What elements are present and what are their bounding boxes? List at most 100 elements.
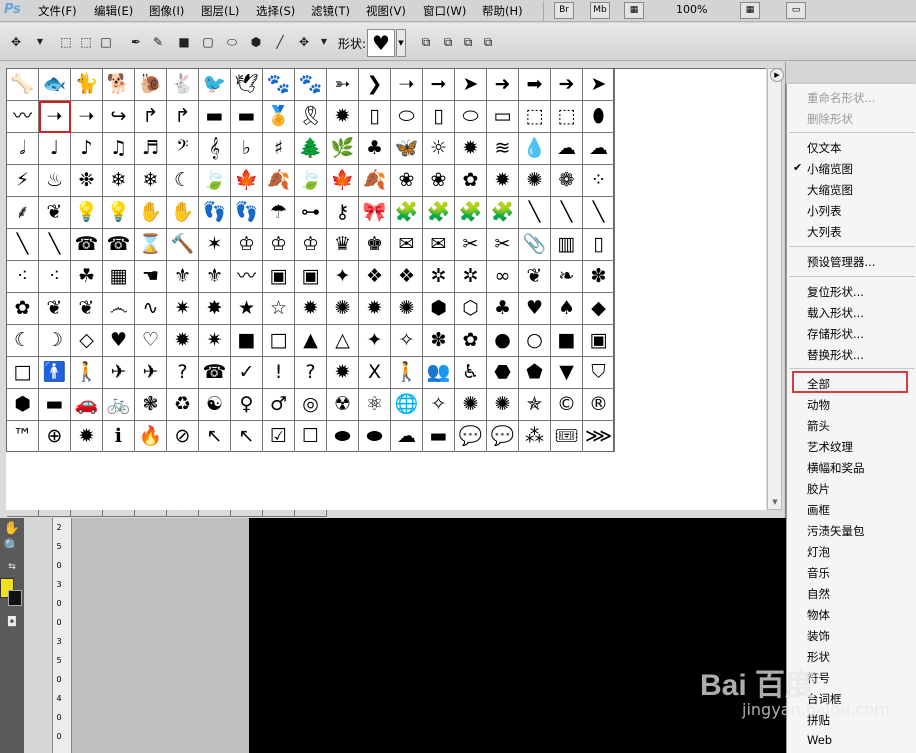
shape-cell[interactable]: ⁖ [7,261,39,293]
menu-item[interactable]: 艺术纹理 [807,439,853,455]
shape-cell[interactable]: ♻ [167,389,199,421]
shape-cell[interactable]: ➝ [39,101,71,133]
shape-cell[interactable]: 👥 [423,357,455,389]
shape-cell[interactable]: ⬭ [391,101,423,133]
menu-item[interactable]: 箭头 [807,418,830,434]
shape-cell[interactable]: ↖ [199,421,231,453]
shape-cell[interactable]: ↪ [103,101,135,133]
shape-cell[interactable]: ⌛ [135,229,167,261]
shape-cell[interactable]: ☐ [295,421,327,453]
shape-cell[interactable]: ☎ [103,229,135,261]
shape-cell[interactable]: ▯ [359,101,391,133]
shape-cell[interactable]: ▥ [551,229,583,261]
shape-cell[interactable]: ® [583,389,615,421]
shape-cell[interactable]: ☁ [583,133,615,165]
panel-menu-icon[interactable]: ▶ [770,68,784,82]
shape-cell[interactable]: ⊘ [167,421,199,453]
shape-cell[interactable]: ❦ [71,293,103,325]
shape-cell[interactable]: ↱ [135,101,167,133]
shape-cell[interactable]: ♥ [103,325,135,357]
shape-cell[interactable]: ✹ [71,421,103,453]
shape-cell[interactable]: ✉ [391,229,423,261]
shape-cell[interactable]: ⸙ [7,197,39,229]
shape-cell[interactable]: ! [263,357,295,389]
shape-cell[interactable]: ❖ [391,261,423,293]
shape-cell[interactable]: ⬮ [583,101,615,133]
shape-cell[interactable]: ╲ [583,197,615,229]
shape-cell[interactable]: ╲ [39,229,71,261]
shape-cell[interactable]: ✂ [487,229,519,261]
shape-cell[interactable]: ™ [7,421,39,453]
shape-cell[interactable]: ❃ [135,389,167,421]
swap-colors-icon[interactable]: ⇆ [2,558,22,576]
combine-icon[interactable]: ⧉ [418,34,434,50]
shape-cell[interactable]: ⚜ [167,261,199,293]
shape-cell[interactable]: 💬 [455,421,487,453]
shape-cell[interactable]: ⁘ [583,165,615,197]
shape-cell[interactable]: ♬ [135,133,167,165]
freeform-pen-icon[interactable]: ✎ [150,34,166,50]
shape-cell[interactable]: ⬭ [455,101,487,133]
shape-cell[interactable]: ✺ [487,389,519,421]
shape-cell[interactable]: ☾ [167,165,199,197]
shape-cell[interactable]: 🔥 [135,421,167,453]
menu-image[interactable]: 图像(I) [149,3,184,19]
shape-cell[interactable]: ✹ [327,357,359,389]
shape-cell[interactable]: ✉ [423,229,455,261]
shape-cell[interactable]: 𝄞 [199,133,231,165]
shape-cell[interactable]: ➝ [71,101,103,133]
shape-cell[interactable]: ✯ [519,389,551,421]
shape-cell[interactable]: ✿ [455,165,487,197]
shape-cell[interactable]: ✺ [327,293,359,325]
shape-cell[interactable]: ➜ [487,69,519,101]
shape-cell[interactable]: ☼ [423,133,455,165]
zoom-tool-icon[interactable]: 🔍 [2,538,22,556]
shape-cell[interactable]: 💡 [103,197,135,229]
shape-cell[interactable]: ✿ [7,293,39,325]
shape-cell[interactable]: 🐟 [39,69,71,101]
shape-cell[interactable]: ➔ [551,69,583,101]
shape-cell[interactable]: 🎟 [551,421,583,453]
shape-cell[interactable]: ⬡ [455,293,487,325]
menu-item[interactable]: 替换形状... [807,347,864,363]
shape-cell[interactable]: ✦ [359,325,391,357]
shape-cell[interactable]: 💧 [519,133,551,165]
shape-cell[interactable]: ✲ [423,261,455,293]
shape-cell[interactable]: ↖ [231,421,263,453]
shape-cell[interactable]: ☂ [263,197,295,229]
shape-cell[interactable]: 🐇 [167,69,199,101]
shape-cell[interactable]: 💬 [487,421,519,453]
shape-cell[interactable]: ☯ [199,389,231,421]
menu-item[interactable]: 装饰 [807,628,830,644]
shape-cell[interactable]: ⚜ [199,261,231,293]
shape-cell[interactable]: ■ [231,325,263,357]
fill-pixels-icon[interactable]: □ [98,34,114,50]
shape-cell[interactable]: ☎ [71,229,103,261]
shape-cell[interactable]: ○ [519,325,551,357]
shape-cell[interactable]: ♣ [487,293,519,325]
shape-cell[interactable]: ☘ [71,261,103,293]
shape-cell[interactable]: □ [263,325,295,357]
shape-cell[interactable]: ✽ [583,261,615,293]
shape-cell[interactable]: ? [167,357,199,389]
shape-cell[interactable]: ➝ [391,69,423,101]
shape-cell[interactable]: ♭ [231,133,263,165]
shape-cell[interactable]: 〰 [7,101,39,133]
shape-cell[interactable]: ? [295,357,327,389]
shape-cell[interactable]: ⬢ [7,389,39,421]
shape-cell[interactable]: 🧩 [455,197,487,229]
menu-item[interactable]: 大缩览图 [807,182,853,198]
shape-cell[interactable]: ◆ [583,293,615,325]
shape-cell[interactable]: 🐦 [199,69,231,101]
shape-cell[interactable]: ▯ [423,101,455,133]
shape-cell[interactable]: ✹ [327,101,359,133]
menu-item[interactable]: 污渍矢量包 [807,523,865,539]
shape-cell[interactable]: ▬ [39,389,71,421]
scroll-down-icon[interactable]: ▼ [770,498,780,508]
shape-cell[interactable]: ✋ [167,197,199,229]
shape-cell[interactable]: ■ [551,325,583,357]
custom-shape-tool-icon[interactable]: ✥ [8,34,24,50]
document-canvas[interactable] [249,518,786,753]
current-shape-preview[interactable]: ♥ [367,29,395,57]
shape-cell[interactable]: ♯ [263,133,295,165]
